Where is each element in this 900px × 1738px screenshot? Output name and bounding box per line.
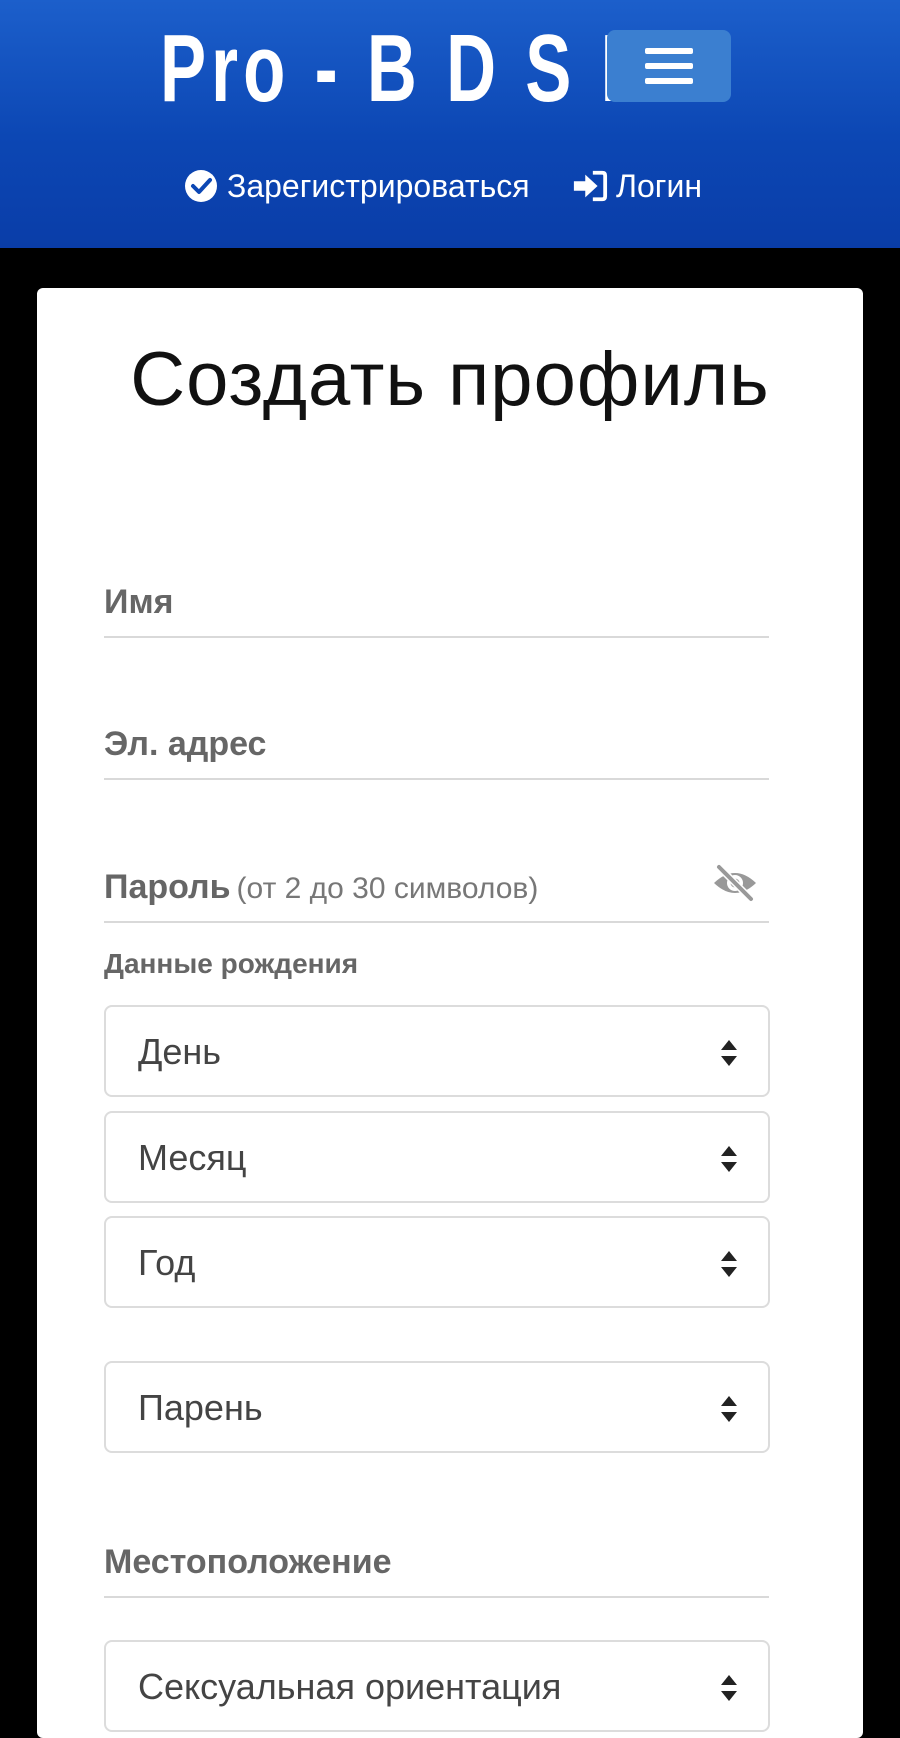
register-link[interactable]: Зарегистрироваться [183, 160, 530, 212]
eye-slash-icon[interactable] [711, 863, 759, 903]
check-circle-icon [183, 168, 219, 204]
password-label: Пароль (от 2 до 30 символов) [104, 868, 538, 907]
day-select-value: День [138, 1031, 222, 1072]
site-header: Pro - B D S M Зарегистрироваться Логин [0, 0, 900, 248]
menu-toggle-button[interactable] [607, 30, 731, 102]
location-field[interactable]: Местоположение [104, 1543, 769, 1598]
password-field[interactable]: Пароль (от 2 до 30 символов) [104, 864, 769, 923]
sort-arrows-icon [721, 1146, 737, 1172]
email-label: Эл. адрес [104, 725, 267, 763]
year-select-value: Год [138, 1242, 196, 1283]
day-select[interactable]: День [104, 1005, 770, 1097]
orientation-select[interactable]: Сексуальная ориентация [104, 1640, 770, 1732]
month-select[interactable]: Месяц [104, 1111, 770, 1203]
password-label-text: Пароль [104, 868, 231, 906]
gender-select[interactable]: Парень [104, 1361, 770, 1453]
sort-arrows-icon [721, 1675, 737, 1701]
page-title: Создать профиль [130, 337, 770, 422]
email-field[interactable]: Эл. адрес [104, 725, 769, 780]
register-label: Зарегистрироваться [227, 167, 530, 204]
signup-card: Создать профиль Имя Эл. адрес Пароль (от … [37, 288, 863, 1738]
month-select-value: Месяц [138, 1137, 247, 1178]
birth-date-label: Данные рождения [104, 948, 359, 979]
site-logo[interactable]: Pro - B D S M [160, 14, 663, 124]
gender-select-value: Парень [138, 1387, 263, 1428]
orientation-select-value: Сексуальная ориентация [138, 1666, 562, 1707]
year-select[interactable]: Год [104, 1216, 770, 1308]
sort-arrows-icon [721, 1396, 737, 1422]
location-label: Местоположение [104, 1543, 392, 1581]
sign-in-icon [572, 168, 608, 204]
sort-arrows-icon [721, 1251, 737, 1277]
login-label: Логин [616, 167, 703, 204]
hamburger-icon [645, 48, 693, 84]
name-label: Имя [104, 583, 174, 621]
login-link[interactable]: Логин [572, 160, 702, 212]
sort-arrows-icon [721, 1040, 737, 1066]
password-hint: (от 2 до 30 символов) [236, 872, 539, 905]
name-field[interactable]: Имя [104, 583, 769, 638]
